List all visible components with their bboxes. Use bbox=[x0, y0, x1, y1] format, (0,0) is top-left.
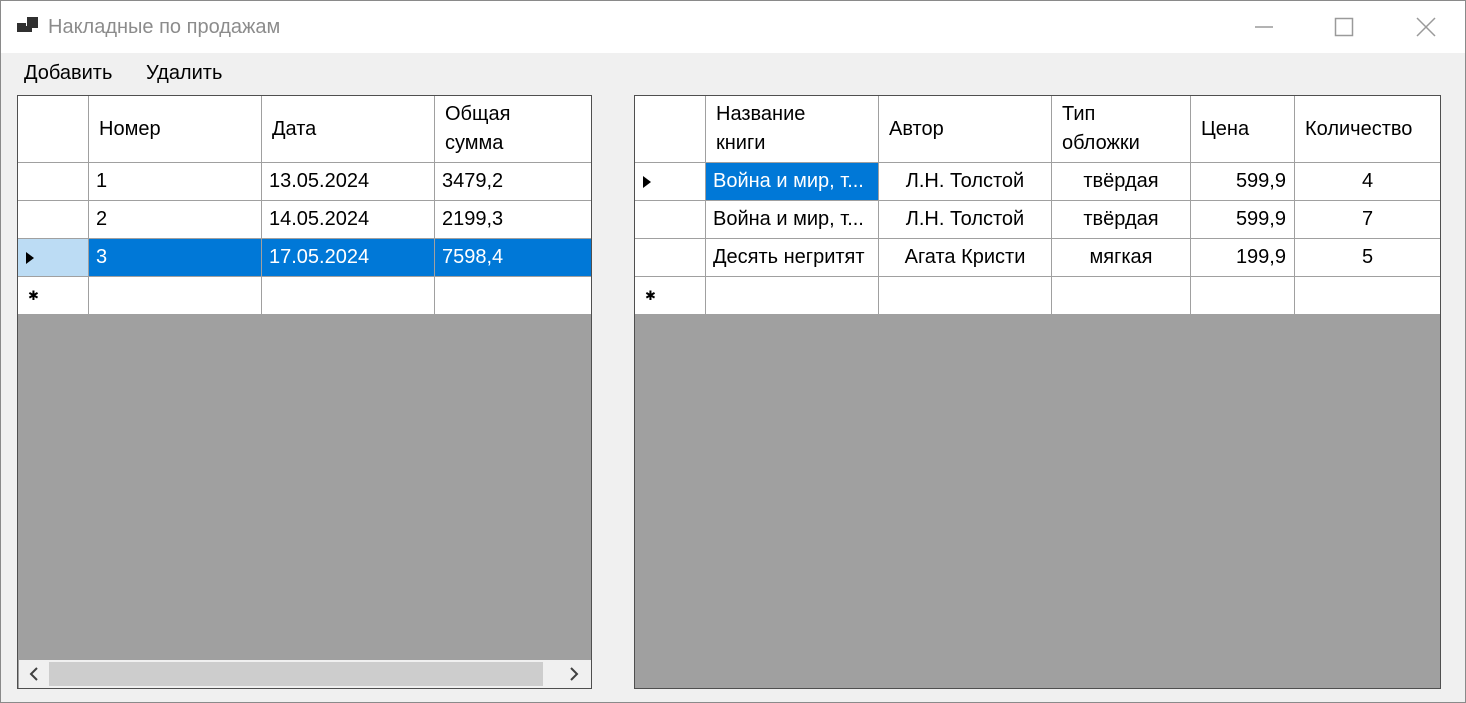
new-row-asterisk-icon: ✱ bbox=[645, 288, 656, 303]
cell-book-title-selected[interactable]: Война и мир, т... bbox=[706, 163, 879, 201]
row-header[interactable] bbox=[18, 201, 89, 239]
cell-book-title[interactable]: Десять негритят bbox=[706, 239, 879, 277]
column-header-author[interactable]: Автор bbox=[879, 96, 1052, 163]
app-window: Накладные по продажам Добавить Удалить Н… bbox=[0, 0, 1466, 703]
cell-cover-type[interactable] bbox=[1052, 277, 1191, 315]
row-header[interactable]: ✱ bbox=[18, 277, 89, 315]
minimize-icon bbox=[1255, 26, 1273, 28]
cell-price[interactable]: 199,9 bbox=[1191, 239, 1295, 277]
cell-cover-type[interactable]: мягкая bbox=[1052, 239, 1191, 277]
scroll-left-button[interactable] bbox=[24, 664, 44, 684]
column-header-cover-type[interactable]: Тип обложки bbox=[1052, 96, 1191, 163]
cell-date[interactable]: 13.05.2024 bbox=[262, 163, 435, 201]
cell-date[interactable] bbox=[262, 277, 435, 315]
new-row-asterisk-icon: ✱ bbox=[28, 288, 39, 303]
cell-quantity[interactable]: 5 bbox=[1295, 239, 1440, 277]
new-row[interactable]: ✱ bbox=[635, 277, 1440, 315]
cell-quantity[interactable] bbox=[1295, 277, 1440, 315]
maximize-button[interactable] bbox=[1319, 9, 1369, 45]
scrollbar-thumb[interactable] bbox=[49, 662, 543, 686]
column-header-date[interactable]: Дата bbox=[262, 96, 435, 163]
cell-number[interactable]: 1 bbox=[89, 163, 262, 201]
cell-date[interactable]: 14.05.2024 bbox=[262, 201, 435, 239]
invoices-grid[interactable]: Номер Дата Общая сумма 1 13.05.2024 3479… bbox=[17, 95, 592, 689]
cell-total[interactable]: 2199,3 bbox=[435, 201, 591, 239]
cell-total[interactable] bbox=[435, 277, 591, 315]
cell-author[interactable] bbox=[879, 277, 1052, 315]
new-row[interactable]: ✱ bbox=[18, 277, 591, 315]
cell-author[interactable]: Л.Н. Толстой bbox=[879, 163, 1052, 201]
cell-quantity[interactable]: 7 bbox=[1295, 201, 1440, 239]
cell-author[interactable]: Агата Кристи bbox=[879, 239, 1052, 277]
row-pointer-icon bbox=[26, 251, 34, 264]
cell-price[interactable]: 599,9 bbox=[1191, 163, 1295, 201]
table-row[interactable]: 1 13.05.2024 3479,2 bbox=[18, 163, 591, 201]
cell-price[interactable] bbox=[1191, 277, 1295, 315]
cell-quantity[interactable]: 4 bbox=[1295, 163, 1440, 201]
top-left-header-cell[interactable] bbox=[635, 96, 706, 163]
table-row[interactable]: Война и мир, т... Л.Н. Толстой твёрдая 5… bbox=[635, 163, 1440, 201]
cell-total[interactable]: 3479,2 bbox=[435, 163, 591, 201]
cell-author[interactable]: Л.Н. Толстой bbox=[879, 201, 1052, 239]
cell-total[interactable]: 7598,4 bbox=[435, 239, 591, 277]
invoices-header-row: Номер Дата Общая сумма bbox=[18, 96, 591, 163]
scroll-left-icon bbox=[29, 667, 38, 681]
top-left-header-cell[interactable] bbox=[18, 96, 89, 163]
row-header[interactable] bbox=[635, 239, 706, 277]
scroll-right-icon bbox=[570, 667, 579, 681]
cell-number[interactable]: 2 bbox=[89, 201, 262, 239]
horizontal-scrollbar[interactable] bbox=[19, 660, 591, 688]
menu-bar: Добавить Удалить bbox=[1, 53, 1465, 93]
cell-price[interactable]: 599,9 bbox=[1191, 201, 1295, 239]
cell-date[interactable]: 17.05.2024 bbox=[262, 239, 435, 277]
close-icon bbox=[1416, 17, 1436, 37]
menu-delete[interactable]: Удалить bbox=[146, 62, 222, 85]
cell-number[interactable]: 3 bbox=[89, 239, 262, 277]
cell-book-title[interactable]: Война и мир, т... bbox=[706, 201, 879, 239]
column-header-quantity[interactable]: Количество bbox=[1295, 96, 1440, 163]
row-pointer-icon bbox=[643, 175, 651, 188]
row-header[interactable] bbox=[18, 163, 89, 201]
menu-add[interactable]: Добавить bbox=[24, 62, 112, 85]
table-row-selected[interactable]: 3 17.05.2024 7598,4 bbox=[18, 239, 591, 277]
books-header-row: Название книги Автор Тип обложки Цена Ко… bbox=[635, 96, 1440, 163]
table-row[interactable]: Война и мир, т... Л.Н. Толстой твёрдая 5… bbox=[635, 201, 1440, 239]
row-header[interactable]: ✱ bbox=[635, 277, 706, 315]
row-header[interactable] bbox=[635, 201, 706, 239]
cell-cover-type[interactable]: твёрдая bbox=[1052, 163, 1191, 201]
cell-book-title[interactable] bbox=[706, 277, 879, 315]
title-bar[interactable]: Накладные по продажам bbox=[1, 1, 1465, 53]
row-header[interactable] bbox=[18, 239, 89, 277]
cell-number[interactable] bbox=[89, 277, 262, 315]
close-button[interactable] bbox=[1401, 9, 1451, 45]
table-row[interactable]: Десять негритят Агата Кристи мягкая 199,… bbox=[635, 239, 1440, 277]
maximize-icon bbox=[1334, 17, 1354, 37]
column-header-total[interactable]: Общая сумма bbox=[435, 96, 591, 163]
window-title: Накладные по продажам bbox=[48, 16, 281, 38]
column-header-price[interactable]: Цена bbox=[1191, 96, 1295, 163]
scroll-right-button[interactable] bbox=[564, 664, 584, 684]
app-windows-icon bbox=[17, 17, 38, 32]
row-header[interactable] bbox=[635, 163, 706, 201]
column-header-number[interactable]: Номер bbox=[89, 96, 262, 163]
minimize-button[interactable] bbox=[1239, 9, 1289, 45]
books-grid[interactable]: Название книги Автор Тип обложки Цена Ко… bbox=[634, 95, 1441, 689]
column-header-book-title[interactable]: Название книги bbox=[706, 96, 879, 163]
cell-cover-type[interactable]: твёрдая bbox=[1052, 201, 1191, 239]
table-row[interactable]: 2 14.05.2024 2199,3 bbox=[18, 201, 591, 239]
